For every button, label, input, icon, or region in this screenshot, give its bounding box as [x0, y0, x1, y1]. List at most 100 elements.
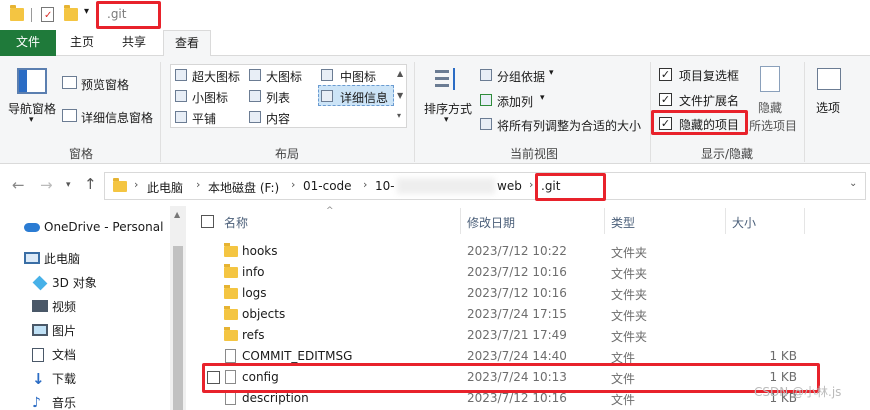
divider: [160, 62, 161, 162]
group-by-button[interactable]: 分组依据: [497, 68, 545, 85]
tab-file[interactable]: 文件: [0, 30, 56, 56]
file-type: 文件夹: [611, 267, 648, 281]
table-row[interactable]: objects 2023/7/24 17:15 文件夹: [186, 304, 870, 325]
navigation-pane-icon: [17, 68, 47, 94]
small-icons-icon: [175, 90, 187, 102]
column-divider[interactable]: [725, 208, 726, 234]
properties-icon[interactable]: ✓: [41, 7, 54, 22]
highlight-box: [96, 1, 161, 29]
up-icon[interactable]: ↑: [84, 175, 97, 193]
size-all-columns-button[interactable]: 将所有列调整为合适的大小: [497, 117, 641, 134]
table-row[interactable]: info 2023/7/12 10:16 文件夹: [186, 262, 870, 283]
table-row[interactable]: logs 2023/7/12 10:16 文件夹: [186, 283, 870, 304]
breadcrumb-this-pc[interactable]: 此电脑: [147, 179, 183, 196]
file-name: refs: [242, 328, 265, 342]
address-bar[interactable]: › 此电脑 › 本地磁盘 (F:) › 01-code › 10- web › …: [104, 172, 866, 200]
details-pane-button[interactable]: 详细信息窗格: [81, 109, 153, 126]
column-divider[interactable]: [604, 208, 605, 234]
recent-locations-icon[interactable]: ▾: [66, 180, 71, 190]
layout-medium-icons[interactable]: 中图标: [340, 68, 376, 85]
nav-label: 视频: [52, 300, 77, 314]
file-type: 文件夹: [611, 288, 648, 302]
download-icon: ↓: [32, 370, 45, 388]
scrollbar-thumb[interactable]: [173, 246, 183, 410]
add-columns-button[interactable]: 添加列: [497, 93, 533, 110]
file-name: info: [242, 265, 265, 279]
highlight-box: [535, 173, 606, 201]
column-divider[interactable]: [804, 208, 805, 234]
table-row[interactable]: refs 2023/7/21 17:49 文件夹: [186, 325, 870, 346]
chevron-down-icon[interactable]: ▾: [84, 6, 89, 17]
file-date: 2023/7/12 10:22: [467, 244, 567, 258]
file-name: objects: [242, 307, 286, 321]
navigation-pane: OneDrive - Personal 此电脑 3D 对象 视频 图片 文档 ↓…: [0, 206, 186, 410]
select-all-checkbox[interactable]: [201, 215, 214, 228]
tab-home[interactable]: 主页: [60, 30, 104, 56]
video-icon: [32, 300, 48, 312]
file-extensions-checkbox[interactable]: ✓: [659, 93, 672, 106]
preview-pane-button[interactable]: 预览窗格: [81, 76, 129, 93]
layout-tiles[interactable]: 平铺: [192, 110, 216, 127]
group-by-icon: [480, 69, 492, 81]
expand-gallery-icon[interactable]: ▾: [397, 111, 401, 120]
back-icon[interactable]: ←: [12, 176, 25, 194]
column-header-size[interactable]: 大小: [732, 214, 756, 231]
nav-label: 文档: [52, 348, 77, 362]
options-icon: [817, 68, 841, 90]
size-columns-icon: [480, 118, 492, 130]
column-header-date[interactable]: 修改日期: [467, 214, 515, 231]
column-header-name[interactable]: 名称: [224, 214, 248, 231]
breadcrumb-01-code[interactable]: 01-code: [303, 179, 352, 193]
layout-list[interactable]: 列表: [266, 89, 290, 106]
breadcrumb-10[interactable]: 10-: [375, 179, 395, 193]
scroll-up-icon[interactable]: ▲: [397, 69, 403, 78]
hide-selected-label-2[interactable]: 所选项目: [749, 117, 797, 134]
details-pane-icon: [62, 109, 77, 122]
chevron-down-icon: ▾: [549, 68, 554, 78]
folder-icon: [113, 178, 127, 192]
folder-icon: [10, 5, 24, 21]
new-folder-icon[interactable]: [64, 5, 78, 21]
breadcrumb-web[interactable]: web: [497, 179, 522, 193]
nav-label: 图片: [52, 324, 77, 338]
folder-icon: [224, 264, 238, 278]
title-bar: ✓ ▾ .git: [0, 0, 870, 30]
file-date: 2023/7/12 10:16: [467, 391, 567, 405]
ribbon-tabs: 文件 主页 共享 查看: [0, 30, 870, 57]
file-name: logs: [242, 286, 267, 300]
breadcrumb-drive-f[interactable]: 本地磁盘 (F:): [208, 179, 279, 196]
chevron-down-icon: ▾: [444, 115, 449, 125]
highlight-box: [651, 110, 748, 135]
hide-selected-label-1[interactable]: 隐藏: [758, 99, 782, 116]
hide-selected-icon: [760, 66, 780, 92]
scroll-down-icon[interactable]: ▼: [397, 91, 403, 100]
forward-icon[interactable]: →: [40, 176, 53, 194]
column-header-type[interactable]: 类型: [611, 214, 635, 231]
layout-extra-large-icons[interactable]: 超大图标: [192, 68, 240, 85]
layout-content[interactable]: 内容: [266, 110, 290, 127]
scroll-up-icon[interactable]: ▲: [174, 210, 180, 219]
table-row[interactable]: hooks 2023/7/12 10:22 文件夹: [186, 241, 870, 262]
watermark: CSDN @小林.js: [754, 385, 842, 399]
column-divider[interactable]: [460, 208, 461, 234]
nav-scrollbar[interactable]: ▲: [170, 206, 186, 410]
layout-small-icons[interactable]: 小图标: [192, 89, 228, 106]
tab-share[interactable]: 共享: [112, 30, 156, 56]
extra-large-icons-icon: [175, 69, 187, 81]
chevron-right-icon: ›: [196, 178, 201, 191]
cloud-icon: [24, 223, 40, 232]
layout-large-icons[interactable]: 大图标: [266, 68, 302, 85]
file-type: 文件夹: [611, 330, 648, 344]
layout-details[interactable]: 详细信息: [340, 89, 388, 106]
chevron-down-icon: ▾: [540, 93, 545, 103]
divider: [804, 62, 805, 162]
options-button[interactable]: 选项: [816, 99, 840, 116]
sort-by-icon: [433, 66, 461, 94]
tab-view[interactable]: 查看: [163, 30, 211, 57]
medium-icons-icon: [321, 69, 333, 81]
divider: [414, 62, 415, 162]
chevron-down-icon[interactable]: ⌄: [849, 178, 857, 189]
file-date: 2023/7/24 14:40: [467, 349, 567, 363]
file-name: COMMIT_EDITMSG: [242, 349, 353, 363]
item-checkboxes-checkbox[interactable]: ✓: [659, 68, 672, 81]
